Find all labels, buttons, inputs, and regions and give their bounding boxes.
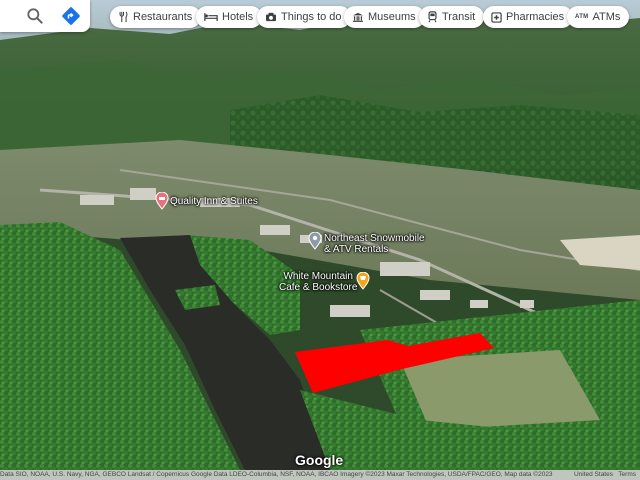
chip-label: ATMs <box>592 11 621 23</box>
chip-restaurants[interactable]: Restaurants <box>110 6 202 28</box>
place-pin-icon[interactable] <box>308 232 322 250</box>
hotel-pin-icon[interactable] <box>155 192 169 210</box>
chip-label: Museums <box>368 11 416 23</box>
place-label-quality-inn[interactable]: Quality Inn & Suites <box>170 196 258 207</box>
label-line: White Mountain <box>283 271 353 282</box>
attribution-links: United States Terms <box>574 470 636 480</box>
chip-atms[interactable]: ATM ATMs <box>567 6 630 28</box>
cafe-pin-icon[interactable] <box>356 272 370 290</box>
atm-icon: ATM <box>575 14 589 20</box>
pharmacy-icon <box>491 11 502 23</box>
search-icon[interactable] <box>25 6 45 26</box>
country-label: United States <box>573 471 613 478</box>
place-label-white-mountain-cafe[interactable]: White Mountain Cafe & Bookstore <box>279 271 357 293</box>
fork-knife-icon <box>119 11 128 23</box>
label-line: & ATV Rentals <box>324 244 389 255</box>
camera-icon <box>266 12 276 22</box>
label-line: Cafe & Bookstore <box>279 282 358 293</box>
chip-transit[interactable]: Transit <box>419 6 485 28</box>
search-box[interactable] <box>0 0 90 32</box>
chip-label: Transit <box>442 11 476 23</box>
terms-link[interactable]: Terms <box>618 471 636 478</box>
chip-hotels[interactable]: Hotels <box>196 6 263 28</box>
label-line: Northeast Snowmobile <box>324 233 425 244</box>
chip-label: Restaurants <box>133 11 193 23</box>
map-attribution: Data SIO, NOAA, U.S. Navy, NGA, GEBCO La… <box>0 470 640 480</box>
chip-label: Hotels <box>222 11 254 23</box>
bed-icon <box>204 13 218 21</box>
chip-label: Things to do <box>281 11 342 23</box>
chip-museums[interactable]: Museums <box>344 6 425 28</box>
attribution-text: Data SIO, NOAA, U.S. Navy, NGA, GEBCO La… <box>0 471 553 478</box>
directions-icon[interactable] <box>61 6 81 26</box>
google-logo: Google <box>295 452 344 468</box>
museum-icon <box>352 12 364 22</box>
chip-pharmacies[interactable]: Pharmacies <box>483 6 574 28</box>
place-label-northeast-snowmobile[interactable]: Northeast Snowmobile & ATV Rentals <box>324 233 425 255</box>
train-icon <box>428 11 437 23</box>
chip-label: Pharmacies <box>506 11 565 23</box>
chip-things-to-do[interactable]: Things to do <box>257 6 351 28</box>
